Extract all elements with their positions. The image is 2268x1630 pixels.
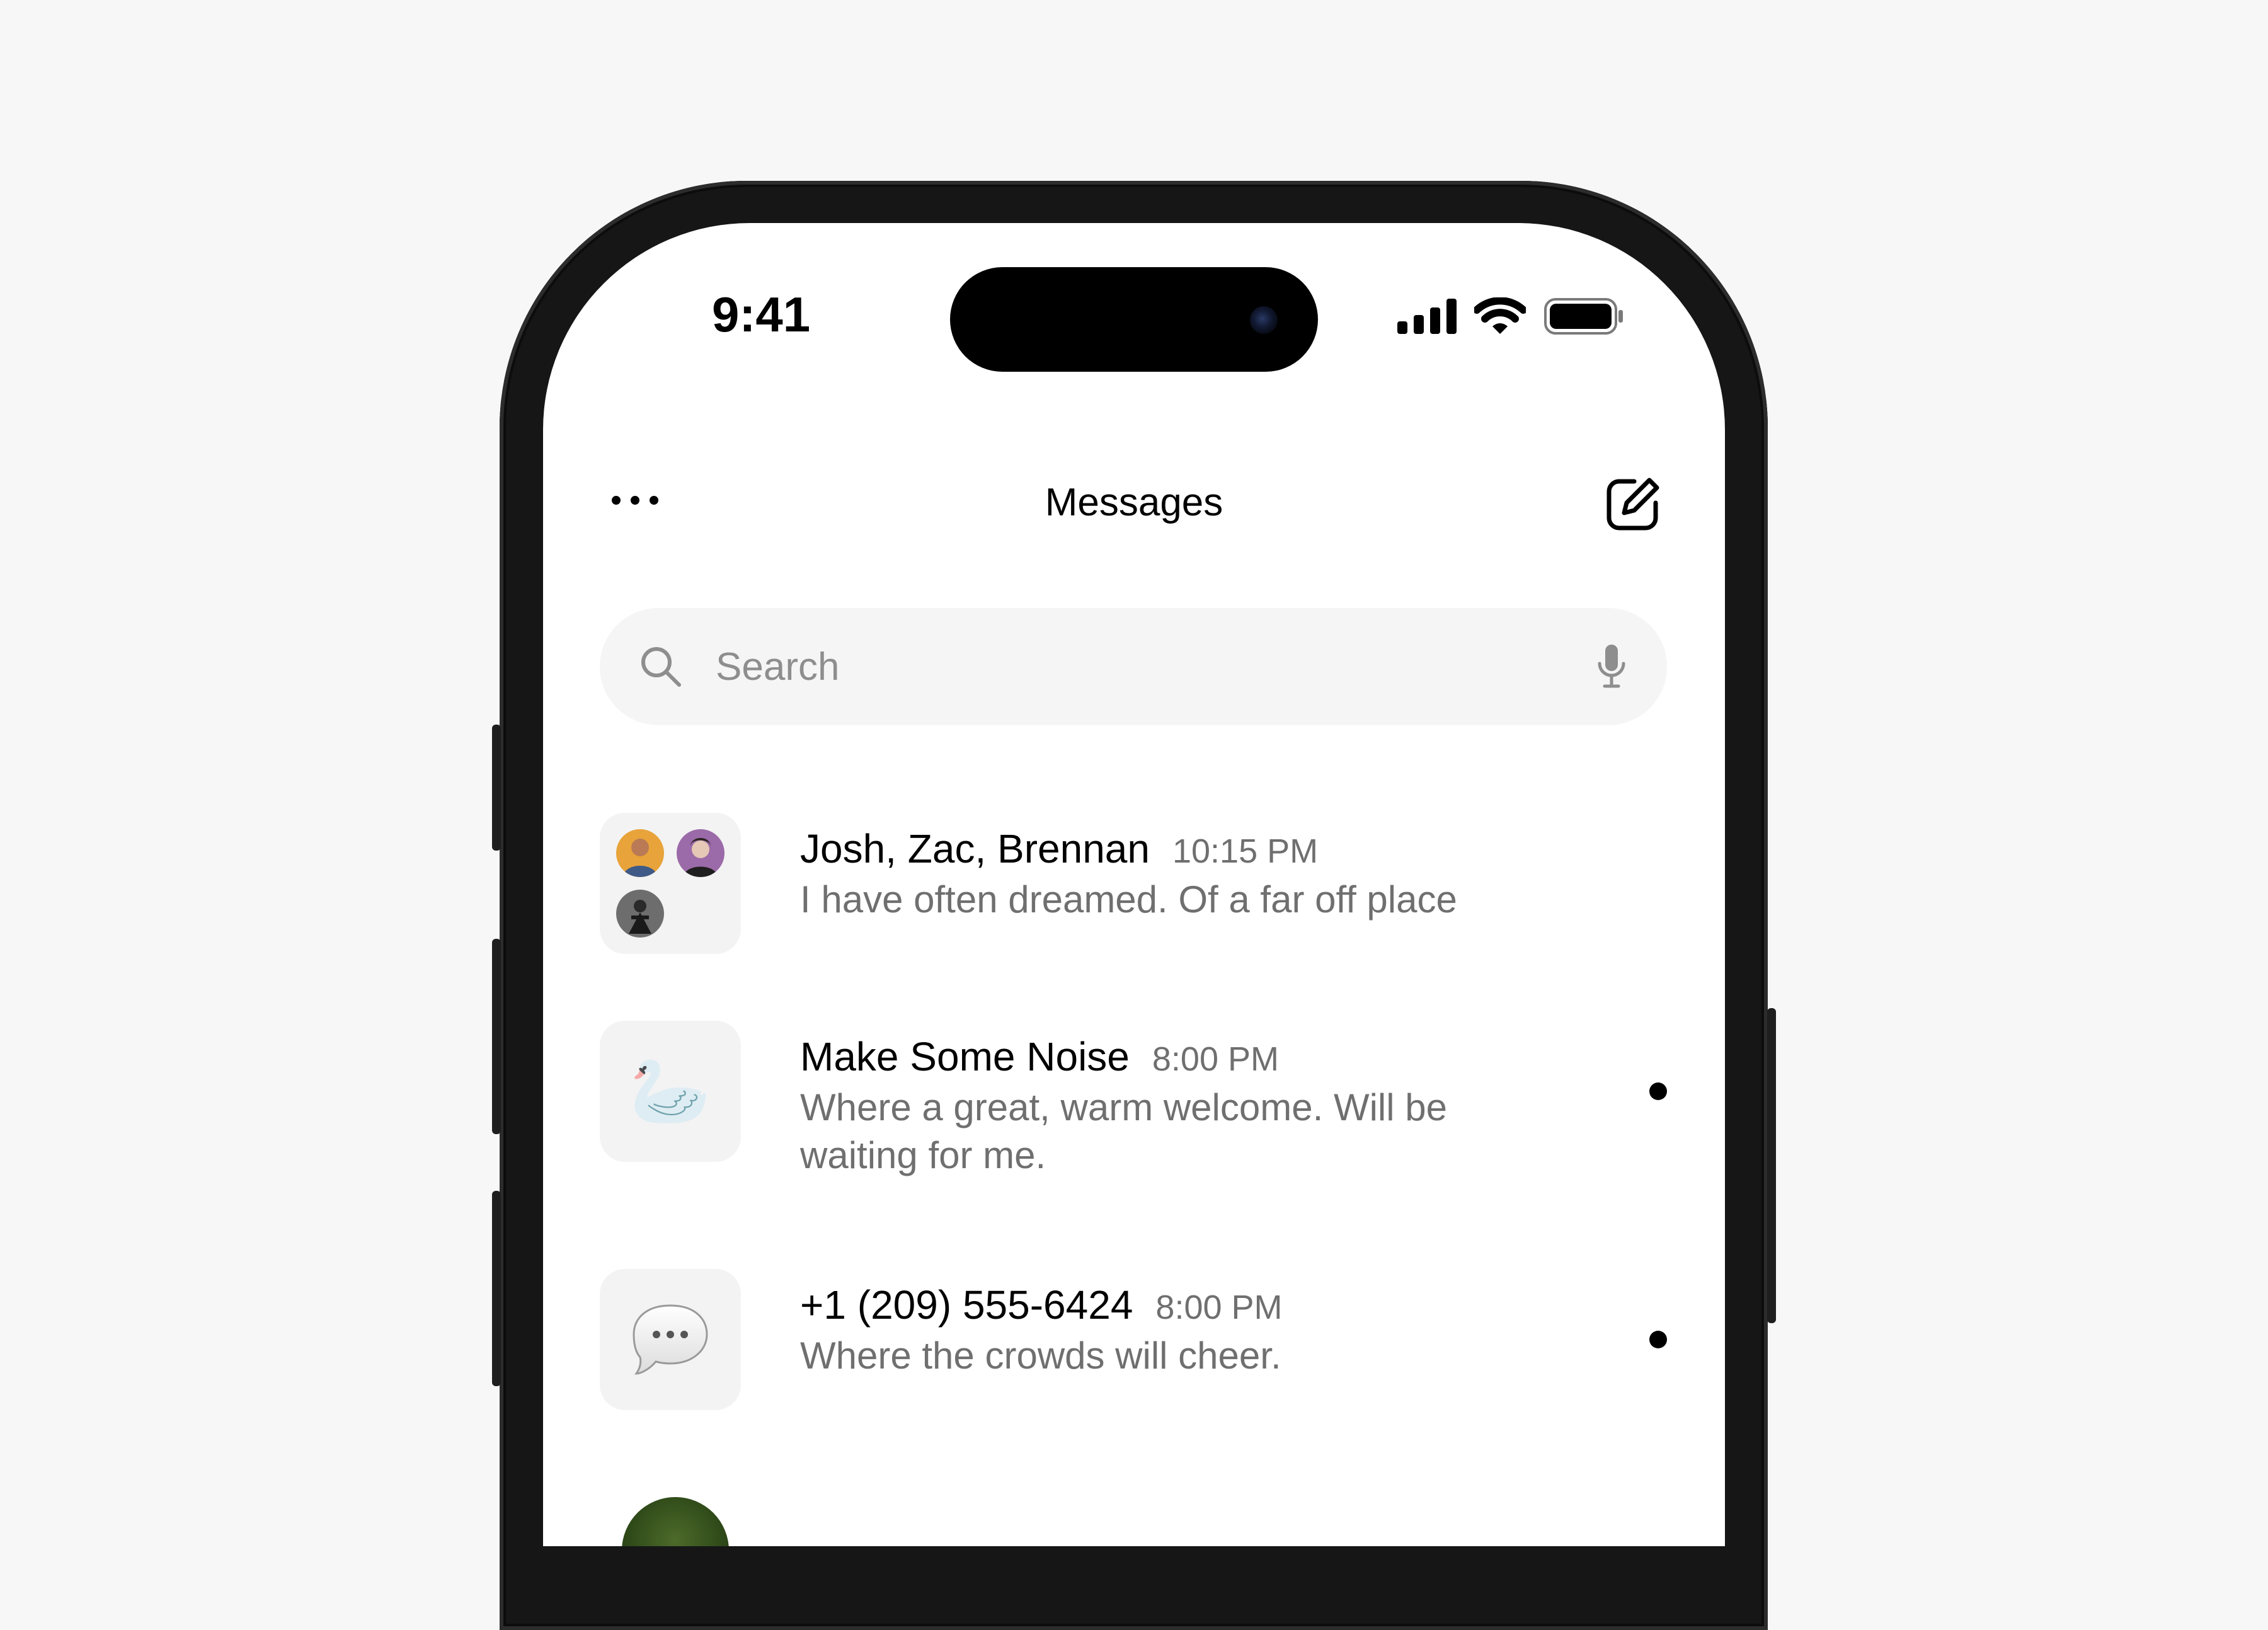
phone-volume-down-button	[492, 1191, 501, 1386]
participant-avatar	[616, 829, 664, 877]
conversation-name: +1 (209) 555-6424	[800, 1282, 1133, 1328]
phone-screen: 9:41 Messages Search Josh, Zac, Brennan …	[543, 223, 1725, 1546]
phone-action-button	[492, 725, 501, 851]
conversation-time: 8:00 PM	[1152, 1040, 1279, 1078]
phone-side-button	[1767, 1008, 1776, 1323]
conversation-text: Make Some Noise 8:00 PM Where a great, wa…	[800, 1033, 1575, 1179]
speech-bubble-avatar	[600, 1269, 741, 1410]
dynamic-island	[950, 267, 1318, 372]
conversation-row[interactable]: +1 (209) 555-6424 8:00 PM Where the crowd…	[600, 1269, 1667, 1414]
conversation-time: 8:00 PM	[1155, 1289, 1283, 1326]
conversation-time: 10:15 PM	[1172, 832, 1319, 870]
goose-emoji-icon: 🦢	[629, 1055, 711, 1128]
search-bar[interactable]	[600, 608, 1667, 725]
messages-header: Messages	[543, 462, 1725, 538]
conversation-name: Make Some Noise	[800, 1034, 1130, 1079]
conversation-header: Make Some Noise 8:00 PM	[800, 1033, 1575, 1080]
group-avatar	[600, 813, 741, 954]
conversation-row[interactable]: Josh, Zac, Brennan 10:15 PM I have often …	[600, 813, 1667, 958]
compose-icon	[1606, 478, 1659, 531]
conversation-header: +1 (209) 555-6424 8:00 PM	[800, 1282, 1575, 1328]
avatar[interactable]	[622, 1497, 729, 1546]
unread-indicator	[1649, 1082, 1667, 1100]
conversation-header: Josh, Zac, Brennan 10:15 PM	[800, 825, 1575, 872]
unread-indicator	[1649, 1331, 1667, 1348]
mic-icon[interactable]	[1596, 643, 1627, 690]
page-title: Messages	[1045, 481, 1223, 524]
search-icon	[641, 647, 681, 687]
conversation-text: Josh, Zac, Brennan 10:15 PM I have often …	[800, 825, 1575, 924]
wifi-icon	[1474, 297, 1526, 334]
status-time: 9:41	[712, 287, 811, 342]
compose-button[interactable]	[1603, 474, 1663, 534]
camera-lens	[1250, 306, 1278, 334]
status-icons	[1397, 297, 1624, 335]
participant-avatar	[677, 829, 724, 877]
battery-icon	[1544, 298, 1623, 335]
search-input[interactable]	[716, 608, 1535, 725]
conversation-preview: Where the crowds will cheer.	[800, 1334, 1281, 1377]
participant-avatar	[616, 890, 664, 938]
conversation-name: Josh, Zac, Brennan	[800, 826, 1150, 871]
conversation-row[interactable]: 🦢 Make Some Noise 8:00 PM Where a great, …	[600, 1021, 1667, 1191]
conversation-preview: Where a great, warm welcome. Will be wai…	[800, 1086, 1447, 1176]
conversation-text: +1 (209) 555-6424 8:00 PM Where the crowd…	[800, 1282, 1575, 1380]
speech-bubble-icon	[633, 1304, 708, 1375]
goose-avatar: 🦢	[600, 1021, 741, 1162]
conversation-preview: I have often dreamed. Of a far off place	[800, 878, 1457, 921]
signal-icon	[1397, 299, 1457, 334]
phone-volume-up-button	[492, 939, 501, 1134]
